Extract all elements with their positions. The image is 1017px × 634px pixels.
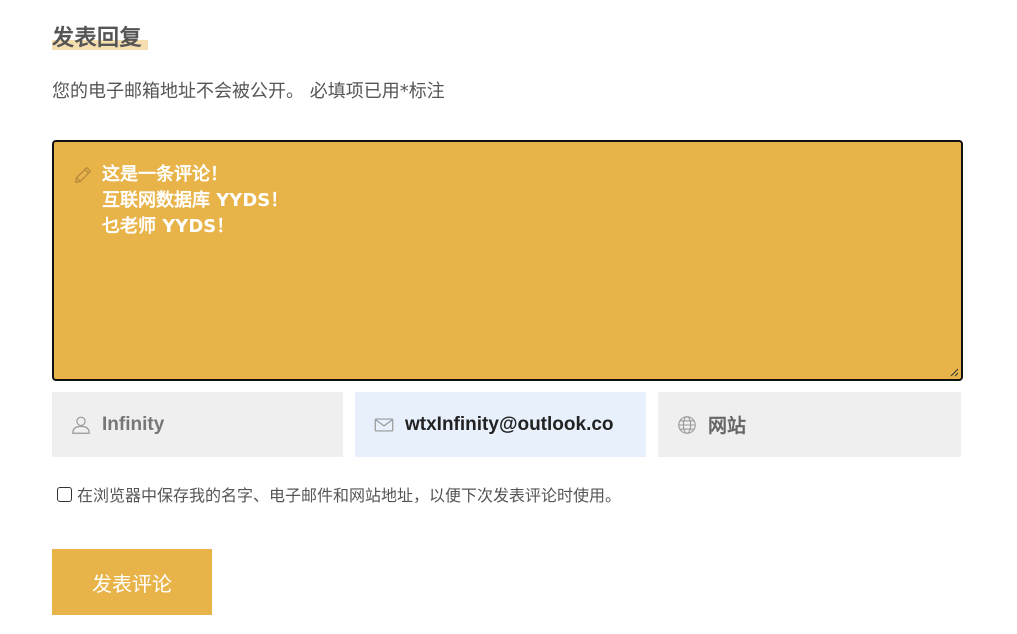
save-info-label: 在浏览器中保存我的名字、电子邮件和网站地址，以便下次发表评论时使用。	[77, 486, 622, 505]
name-value: Infinity	[102, 413, 165, 435]
submit-comment-button[interactable]: 发表评论	[52, 549, 212, 615]
user-icon	[72, 416, 90, 434]
comment-line: 互联网数据库 YYDS！	[102, 190, 289, 211]
envelope-icon	[374, 417, 394, 432]
privacy-notice: 您的电子邮箱地址不会被公开。 必填项已用*标注	[52, 81, 445, 102]
comment-line: 乜老师 YYDS！	[102, 216, 235, 237]
resize-handle-icon[interactable]	[949, 367, 959, 377]
comment-line: 这是一条评论！	[102, 164, 228, 185]
name-field[interactable]: Infinity	[52, 392, 343, 457]
pencil-icon	[74, 166, 92, 184]
reply-title-text: 发表回复	[52, 26, 143, 51]
email-field[interactable]: wtxInfinity@outlook.co	[355, 392, 646, 457]
reply-title: 发表回复	[52, 24, 142, 54]
website-placeholder: 网站	[708, 416, 747, 437]
globe-icon	[678, 415, 696, 434]
email-value: wtxInfinity@outlook.co	[405, 413, 614, 435]
comment-textarea[interactable]: 这是一条评论！ 互联网数据库 YYDS！ 乜老师 YYDS！	[52, 140, 963, 381]
website-field[interactable]: 网站	[658, 392, 961, 457]
save-info-row: 在浏览器中保存我的名字、电子邮件和网站地址，以便下次发表评论时使用。	[57, 482, 621, 506]
comment-content: 这是一条评论！ 互联网数据库 YYDS！ 乜老师 YYDS！	[102, 162, 288, 240]
save-info-checkbox[interactable]	[57, 486, 72, 502]
